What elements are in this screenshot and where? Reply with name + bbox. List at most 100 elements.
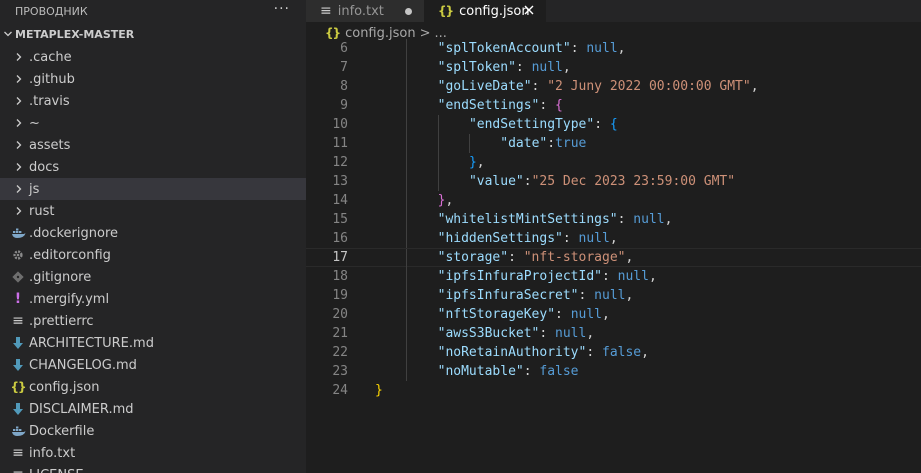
file-item[interactable]: ≡LICENSE <box>0 464 306 473</box>
unsaved-dot-icon[interactable] <box>405 8 412 15</box>
code-token: , <box>609 231 618 246</box>
code-line[interactable]: 24} <box>306 381 921 400</box>
lines-icon: ≡ <box>12 313 24 329</box>
indent-guide <box>437 115 439 134</box>
code-token: true <box>555 136 587 151</box>
file-item[interactable]: .gitignore <box>0 266 306 288</box>
line-content: }, <box>438 191 454 210</box>
code-token: null <box>570 307 602 322</box>
code-line[interactable]: 20 "nftStorageKey": null, <box>306 305 921 324</box>
code-editor[interactable]: 6 "splTokenAccount": null, 7 "splToken": nu… <box>306 39 921 473</box>
line-number: 10 <box>332 117 348 132</box>
code-token: "ipfsInfuraSecret" <box>437 288 579 303</box>
more-actions-icon[interactable]: ··· <box>274 1 290 17</box>
explorer-sidebar: ПРОВОДНИК ··· METAPLEX-MASTER .cache .git… <box>0 0 306 473</box>
code-line[interactable]: 17 "storage": "nft-storage", <box>306 248 921 268</box>
line-content: }, <box>469 153 485 172</box>
code-line[interactable]: 8 "goLiveDate": "2 Juny 2022 00:00:00 GMT… <box>306 77 921 96</box>
code-token: "2 Juny 2022 00:00:00 GMT" <box>547 79 751 94</box>
chevron-down-icon <box>4 31 12 37</box>
code-line[interactable]: 11 "date":true <box>306 134 921 153</box>
code-line[interactable]: 9 "endSettings": { <box>306 96 921 115</box>
code-token: : <box>586 345 602 360</box>
line-number: 21 <box>332 326 348 341</box>
indent-guide <box>437 134 439 153</box>
code-line[interactable]: 22 "noRetainAuthority": false, <box>306 343 921 362</box>
tree-item-label: CHANGELOG.md <box>29 357 137 373</box>
folder-item[interactable]: assets <box>0 134 306 156</box>
code-token: null <box>578 231 610 246</box>
code-token: null <box>594 288 626 303</box>
line-number: 22 <box>332 345 348 360</box>
code-token: "25 Dec 2023 23:59:00 GMT" <box>531 174 736 189</box>
code-token: , <box>617 41 626 56</box>
file-item[interactable]: {} config.json <box>0 376 306 398</box>
line-number: 14 <box>332 193 348 208</box>
indent-guide <box>406 77 408 96</box>
folder-item[interactable]: js <box>0 178 306 200</box>
file-item[interactable]: DISCLAIMER.md <box>0 398 306 420</box>
code-token: false <box>539 364 579 379</box>
close-icon[interactable] <box>522 3 536 17</box>
folder-item[interactable]: docs <box>0 156 306 178</box>
code-line[interactable]: 13 "value":"25 Dec 2023 23:59:00 GMT" <box>306 172 921 191</box>
folder-item[interactable]: rust <box>0 200 306 222</box>
code-line[interactable]: 12}, <box>306 153 921 172</box>
code-token: , <box>648 269 657 284</box>
code-line[interactable]: 16 "hiddenSettings": null, <box>306 229 921 248</box>
code-line[interactable]: 14}, <box>306 191 921 210</box>
chevron-right-icon <box>13 181 25 197</box>
folder-item[interactable]: .travis <box>0 90 306 112</box>
file-tree: .cache .github .travis ~ assets docs js rust .do… <box>0 46 306 473</box>
code-line[interactable]: 15 "whitelistMintSettings": null, <box>306 210 921 229</box>
code-line[interactable]: 21 "awsS3Bucket": null, <box>306 324 921 343</box>
file-item[interactable]: .editorconfig <box>0 244 306 266</box>
code-token: false <box>602 345 642 360</box>
code-token: "awsS3Bucket" <box>437 326 540 341</box>
tree-item-label: .mergify.yml <box>29 291 110 307</box>
tab-info-txt[interactable]: ≡ info.txt <box>306 0 424 22</box>
code-line[interactable]: 10 "endSettingType": { <box>306 115 921 134</box>
code-token: "nft-storage" <box>523 250 626 265</box>
editor-area: ≡ info.txt {} config.json {} config.json… <box>306 0 921 473</box>
tree-item-label: assets <box>29 137 71 153</box>
folder-item[interactable]: .github <box>0 68 306 90</box>
tree-item-label: Dockerfile <box>29 423 95 439</box>
file-item[interactable]: CHANGELOG.md <box>0 354 306 376</box>
code-token: "noMutable" <box>437 364 524 379</box>
code-line[interactable]: 7 "splToken": null, <box>306 58 921 77</box>
json-braces-icon: {} <box>438 4 454 18</box>
code-token: "ipfsInfuraProjectId" <box>437 269 602 284</box>
chevron-right-icon <box>13 93 25 109</box>
file-item[interactable]: ≡ info.txt <box>0 442 306 464</box>
code-token: : <box>531 79 548 94</box>
line-number: 20 <box>332 307 348 322</box>
code-line[interactable]: 19 "ipfsInfuraSecret": null, <box>306 286 921 305</box>
tree-item-label: .github <box>29 71 75 87</box>
code-token: "nftStorageKey" <box>437 307 556 322</box>
docker-icon <box>10 225 26 241</box>
file-item[interactable]: Dockerfile <box>0 420 306 442</box>
tree-item-label: js <box>29 181 40 197</box>
explorer-header: ПРОВОДНИК ··· <box>0 0 306 22</box>
file-item[interactable]: ! .mergify.yml <box>0 288 306 310</box>
code-token: } <box>468 155 477 170</box>
code-line[interactable]: 6 "splTokenAccount": null, <box>306 39 921 58</box>
code-line[interactable]: 23 "noMutable": false <box>306 362 921 381</box>
line-content: "storage": "nft-storage", <box>438 249 634 266</box>
code-line[interactable]: 18 "ipfsInfuraProjectId": null, <box>306 267 921 286</box>
line-number: 16 <box>332 231 348 246</box>
tree-item-label: .cache <box>29 49 72 65</box>
line-content: "nftStorageKey": null, <box>438 305 610 324</box>
folder-item[interactable]: ~ <box>0 112 306 134</box>
indent-guide <box>406 96 408 115</box>
file-item[interactable]: ARCHITECTURE.md <box>0 332 306 354</box>
workspace-root-folder[interactable]: METAPLEX-MASTER <box>0 23 306 45</box>
folder-item[interactable]: .cache <box>0 46 306 68</box>
chevron-right-icon <box>13 71 25 87</box>
line-content: "awsS3Bucket": null, <box>438 324 595 343</box>
tab-config-json[interactable]: {} config.json <box>424 0 546 22</box>
file-item[interactable]: .dockerignore <box>0 222 306 244</box>
file-item[interactable]: ≡ .prettierrc <box>0 310 306 332</box>
indent-guide <box>406 191 408 210</box>
